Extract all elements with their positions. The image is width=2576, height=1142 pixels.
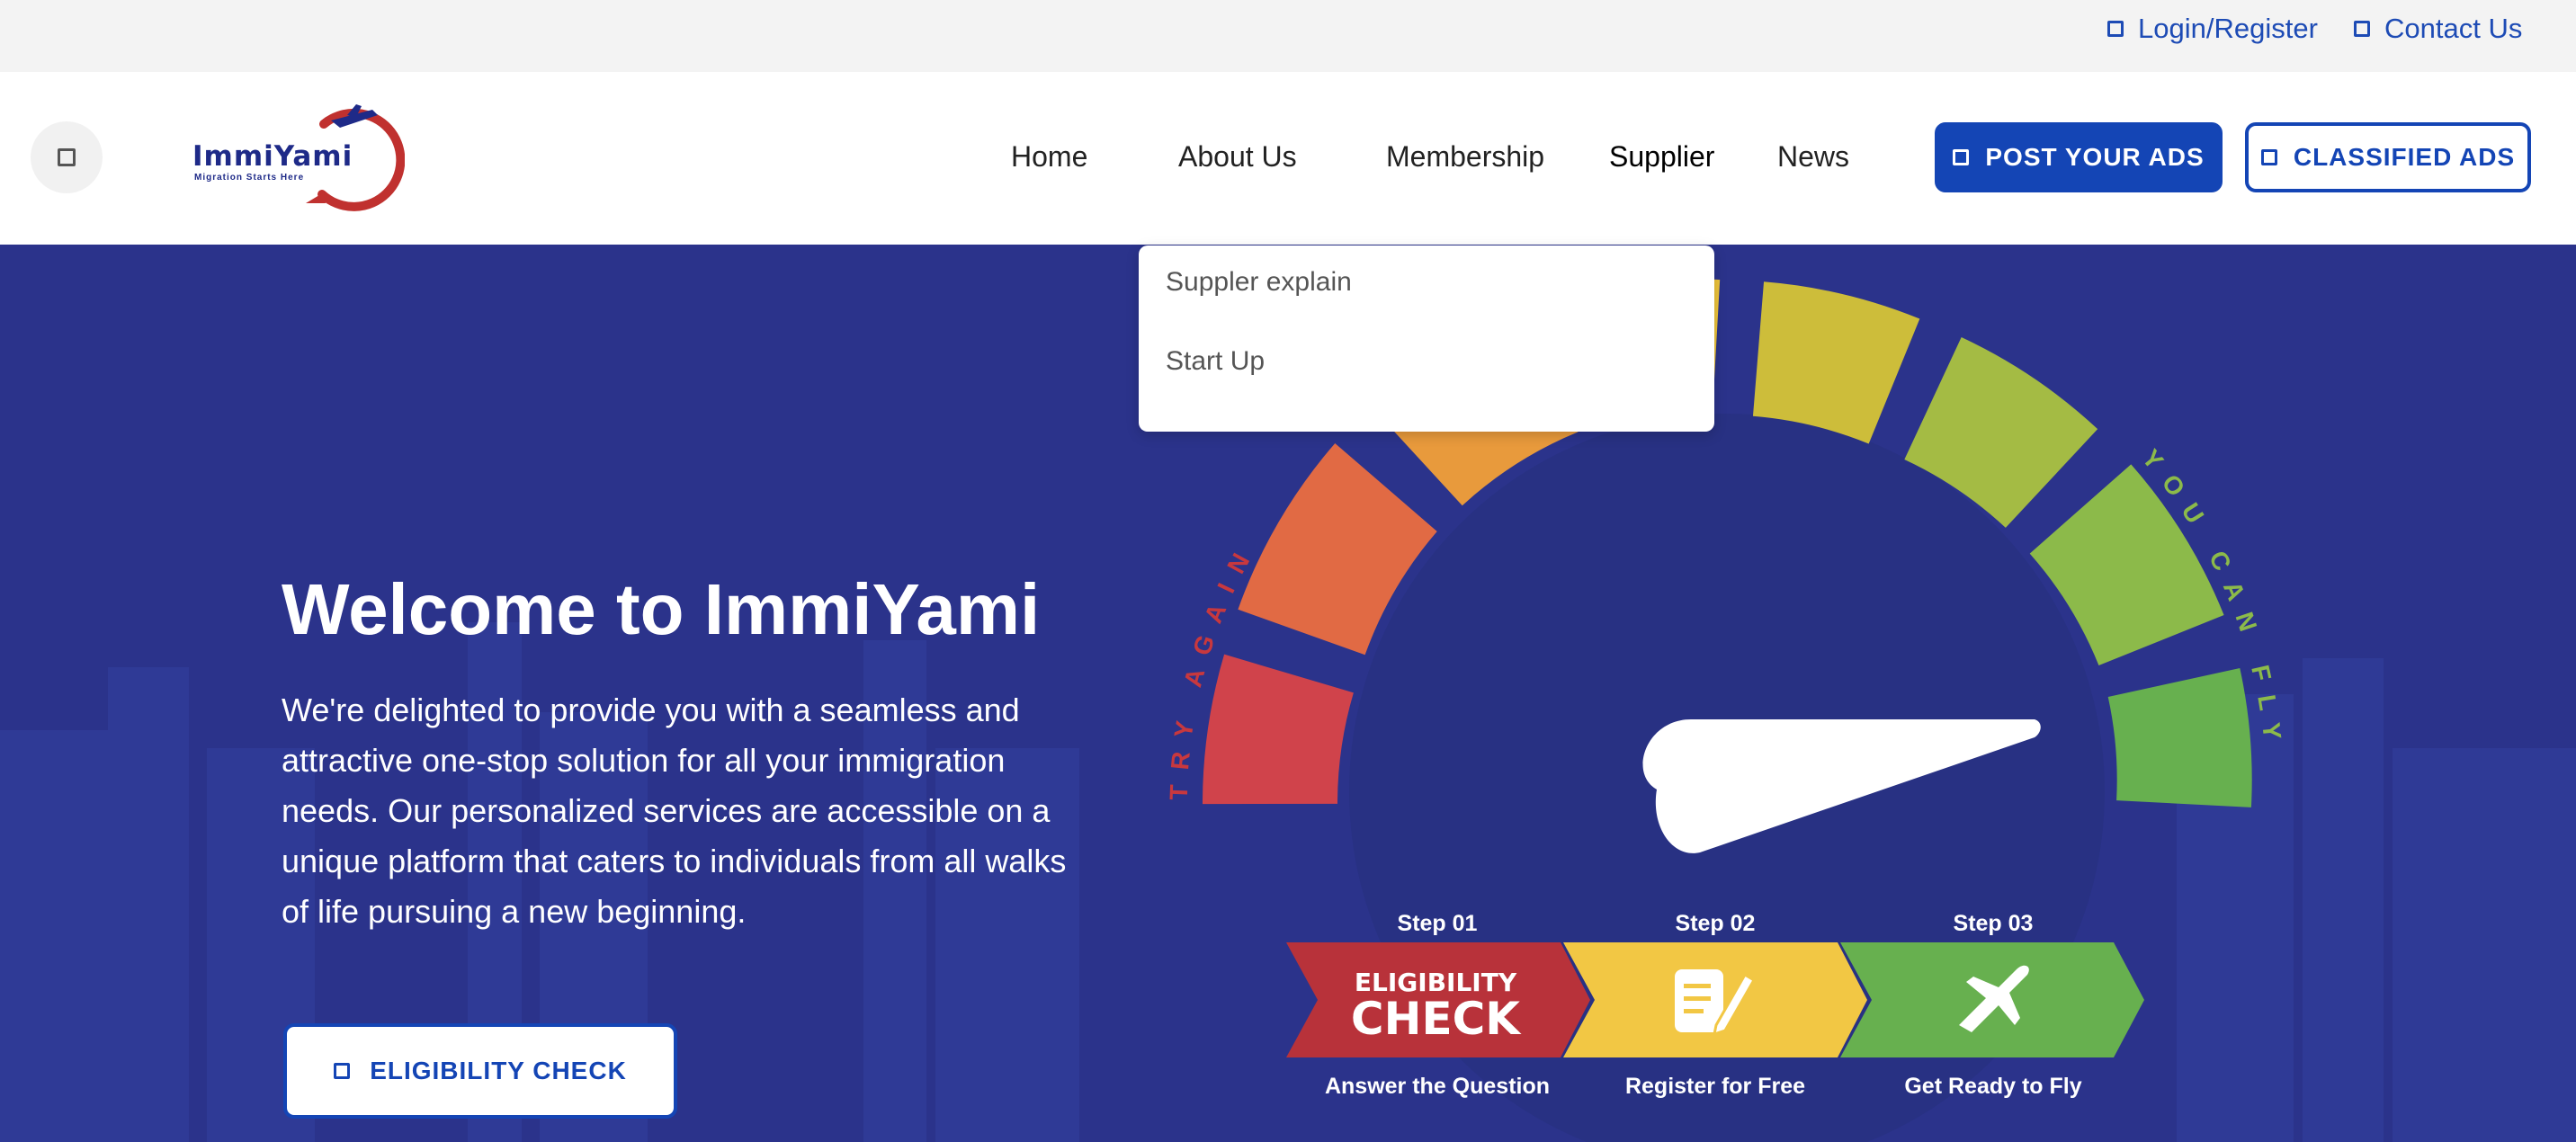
phone-icon: [2354, 21, 2370, 37]
contact-us-label: Contact Us: [2384, 13, 2523, 44]
supplier-dropdown-menu: Suppler explain Start Up: [1139, 245, 1714, 432]
nav-home[interactable]: Home: [1011, 140, 1087, 174]
classified-ads-button[interactable]: CLASSIFIED ADS: [2245, 122, 2531, 192]
eligibility-badge-main: CHECK: [1351, 993, 1522, 1045]
post-your-ads-label: POST YOUR ADS: [1985, 143, 2205, 171]
post-your-ads-button[interactable]: POST YOUR ADS: [1935, 122, 2223, 192]
top-bar: Login/Register Contact Us: [0, 0, 2576, 72]
logo[interactable]: ImmiYami Migration Starts Here: [189, 103, 406, 214]
eligibility-check-button[interactable]: ELIGIBILITY CHECK: [283, 1023, 677, 1119]
nav-news[interactable]: News: [1777, 140, 1849, 174]
user-icon: [2107, 21, 2124, 37]
logo-tagline: Migration Starts Here: [194, 173, 305, 183]
step-2-label: Step 02: [1676, 911, 1756, 936]
step-3-caption: Get Ready to Fly: [1904, 1074, 2081, 1099]
megaphone-icon: [1953, 149, 1970, 165]
step-1-label: Step 01: [1398, 911, 1478, 936]
contact-us-link[interactable]: Contact Us: [2354, 13, 2522, 45]
menu-toggle-button[interactable]: [31, 121, 103, 193]
step-2-caption: Register for Free: [1625, 1074, 1805, 1099]
dropdown-item-suppler-explain[interactable]: Suppler explain: [1166, 267, 1352, 298]
step-1-caption: Answer the Question: [1325, 1074, 1550, 1099]
login-register-link[interactable]: Login/Register: [2107, 13, 2318, 45]
dropdown-item-start-up[interactable]: Start Up: [1166, 346, 1265, 377]
menu-icon: [58, 148, 76, 166]
nav-about-us[interactable]: About Us: [1178, 140, 1297, 174]
main-navbar: ImmiYami Migration Starts Here Home Abou…: [0, 72, 2576, 245]
checklist-icon: [334, 1063, 351, 1079]
classified-ads-label: CLASSIFIED ADS: [2293, 143, 2516, 171]
list-icon: [2260, 149, 2277, 165]
hero-description: We're delighted to provide you with a se…: [282, 691, 1067, 930]
eligibility-check-label: ELIGIBILITY CHECK: [370, 1057, 627, 1084]
logo-name: ImmiYami: [192, 140, 353, 173]
step-3-label: Step 03: [1954, 911, 2034, 936]
login-register-label: Login/Register: [2138, 13, 2318, 44]
hero-title: Welcome to ImmiYami: [282, 569, 1041, 649]
nav-membership[interactable]: Membership: [1386, 140, 1544, 174]
nav-supplier[interactable]: Supplier: [1609, 140, 1714, 174]
